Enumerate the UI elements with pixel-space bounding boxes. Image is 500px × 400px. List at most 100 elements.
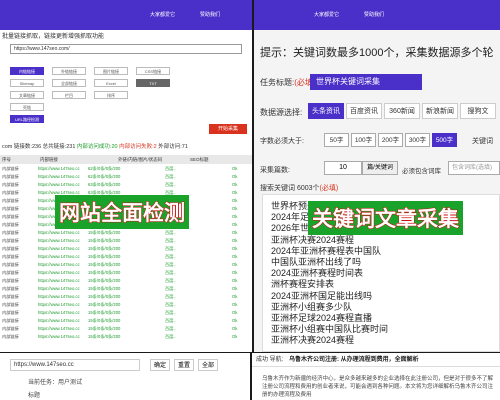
confirm-button[interactable]: 确定 [150, 359, 171, 371]
table-cell: 内部链接 [2, 182, 19, 187]
table-cell: Ok [232, 190, 238, 195]
table-cell: 15条/0条/0条/200 [88, 334, 121, 339]
top-bar: 大家都爱它 赞助我们 [0, 0, 252, 30]
table-cell: 内部链接 [2, 286, 19, 291]
keyword-tab[interactable]: 关键词 [472, 136, 493, 146]
table-row[interactable]: 内部链接 https://www.147seo.cc 15条/0条/0条/200 百度… [0, 229, 252, 237]
table-cell: https://www.147seo.cc [38, 326, 80, 331]
table-row[interactable]: 内部链接 https://www.147seo.cc 15条/0条/0条/200 百度… [0, 293, 252, 301]
grid-btn-url-check[interactable]: URL路径检测 [10, 115, 44, 123]
table-row[interactable]: 内部链接 https://www.147seo.cc 63条/0条/0条/200 百度… [0, 181, 252, 189]
table-cell: 百度.. [165, 254, 176, 259]
source-tab-baidu[interactable]: 百度资讯 [346, 103, 382, 119]
table-row[interactable]: 内部链接 https://www.147seo.cc 15条/0条/0条/200 百度… [0, 253, 252, 261]
grid-btn-deadlink[interactable]: 死链 [10, 103, 44, 111]
count-input[interactable]: 10 [324, 161, 362, 175]
results-table: 内部链接 https://www.147seo.cc 62条/0条/0条/200 百度… [0, 165, 252, 345]
table-cell: https://www.147seo.cc [38, 278, 80, 283]
task-title-input[interactable]: 世界杯关键词采集 [310, 74, 422, 90]
top-link-1[interactable]: 大家都爱它 [150, 11, 175, 18]
keyword-item: 亚洲杯决赛2024赛程 [271, 335, 355, 346]
table-cell: Ok [232, 278, 238, 283]
table-row[interactable]: 内部链接 https://www.147seo.cc 15条/0条/0条/200 百度… [0, 237, 252, 245]
table-cell: 百度.. [165, 286, 176, 291]
start-collect-button[interactable]: 开始采集 [209, 124, 247, 134]
table-cell: Ok [232, 238, 238, 243]
table-row[interactable]: 内部链接 https://www.147seo.cc 62条/0条/0条/200 百度… [0, 165, 252, 173]
table-row[interactable]: 内部链接 https://www.147seo.cc 62条/0条/0条/200 百度… [0, 173, 252, 181]
table-cell: Ok [232, 302, 238, 307]
words-200[interactable]: 200字 [378, 133, 403, 147]
grid-btn-all[interactable]: 全部链接 [52, 79, 86, 87]
table-cell: 内部链接 [2, 246, 19, 251]
table-row[interactable]: 内部链接 https://www.147seo.cc 15条/0条/0条/200 百度… [0, 317, 252, 325]
grid-btn-excel[interactable]: Excel [94, 79, 128, 87]
table-cell: 百度.. [165, 230, 176, 235]
table-cell: 百度.. [165, 238, 176, 243]
table-cell: 内部链接 [2, 214, 19, 219]
reset-button[interactable]: 重置 [174, 359, 195, 371]
grid-btn-internal[interactable]: 内链链接 [10, 67, 44, 75]
table-row[interactable]: 内部链接 https://www.147seo.cc 15条/0条/0条/200 百度… [0, 333, 252, 341]
words-100[interactable]: 100字 [351, 133, 376, 147]
table-cell: 62条/0条/0条/200 [88, 166, 121, 171]
source-tab-360[interactable]: 360新闻 [384, 103, 420, 119]
grid-btn-txt[interactable]: TXT [136, 79, 170, 87]
table-row[interactable]: 内部链接 https://www.147seo.cc 15条/0条/0条/200 百度… [0, 245, 252, 253]
top-link-r1[interactable]: 大家都爱它 [314, 11, 339, 18]
table-cell: 内部链接 [2, 334, 19, 339]
table-cell: https://www.147seo.cc [38, 166, 80, 171]
must-include-input[interactable]: 包含词库(选填) [448, 161, 500, 175]
words-300[interactable]: 300字 [405, 133, 430, 147]
table-row[interactable]: 内部链接 https://www.147seo.cc 15条/0条/0条/200 百度… [0, 269, 252, 277]
table-cell: 15条/0条/0条/200 [88, 246, 121, 251]
stats-fetched: 总共链接:231 [42, 144, 76, 150]
table-cell: 百度.. [165, 262, 176, 267]
keyword-collector-window: 大家都爱它 赞助我们 提示：关键词数最多1000个，采集数据源多个轮 任务标题:… [254, 0, 500, 352]
title-row: 标题 [28, 393, 41, 399]
table-row[interactable]: 内部链接 https://www.147seo.cc 15条/0条/0条/200 百度… [0, 261, 252, 269]
source-tab-toutiao[interactable]: 头条资讯 [308, 103, 344, 119]
table-cell: https://www.147seo.cc [38, 238, 80, 243]
grid-btn-image[interactable]: 图片链接 [94, 67, 128, 75]
table-cell: https://www.147seo.cc [38, 318, 80, 323]
table-cell: Ok [232, 174, 238, 179]
source-tab-sogou[interactable]: 搜狗文 [460, 103, 496, 119]
table-row[interactable]: 内部链接 https://www.147seo.cc 15条/0条/0条/200 百度… [0, 285, 252, 293]
table-cell: https://www.147seo.cc [38, 270, 80, 275]
table-cell: 内部链接 [2, 198, 19, 203]
words-500[interactable]: 500字 [432, 133, 457, 147]
must-include-label: 必须包含词库 [402, 168, 441, 175]
table-cell: 内部链接 [2, 230, 19, 235]
table-cell: 百度.. [165, 270, 176, 275]
grid-btn-external[interactable]: 外链链接 [52, 67, 86, 75]
table-row[interactable]: 内部链接 https://www.147seo.cc 15条/0条/0条/200 百度… [0, 325, 252, 333]
grid-btn-sort[interactable]: 排序 [94, 91, 128, 99]
grid-btn-sitemap[interactable]: Sitemap [10, 79, 44, 87]
bottom-search-input[interactable]: https://www.147seo.cc [10, 359, 140, 371]
table-cell: 百度.. [165, 318, 176, 323]
table-cell: 63条/0条/0条/200 [88, 182, 121, 187]
all-button[interactable]: 全部 [198, 359, 219, 371]
url-input[interactable]: https://www.147seo.com/ [10, 44, 242, 54]
table-cell: Ok [232, 318, 238, 323]
source-tab-sina[interactable]: 新浪新闻 [422, 103, 458, 119]
table-row[interactable]: 内部链接 https://www.147seo.cc 15条/0条/0条/200 百度… [0, 277, 252, 285]
table-row[interactable]: 内部链接 https://www.147seo.cc 15条/0条/0条/200 百度… [0, 301, 252, 309]
tip-text: 提示：关键词数最多1000个，采集数据源多个轮 [260, 47, 494, 59]
grid-btn-column[interactable]: 栏目 [52, 91, 86, 99]
grid-btn-css[interactable]: CSS链接 [136, 67, 170, 75]
top-bar-right: 大家都爱它 赞助我们 [254, 0, 500, 30]
top-link-r2[interactable]: 赞助我们 [364, 11, 384, 18]
words-50[interactable]: 50字 [324, 133, 349, 147]
stats-ok: 内部访问成功:20 [76, 144, 118, 150]
table-cell: 内部链接 [2, 262, 19, 267]
table-cell: Ok [232, 294, 238, 299]
keyword-count: 搜索关键词 6003个 [260, 185, 320, 192]
col-internal: 内部链接 [40, 157, 58, 162]
grid-btn-article[interactable]: 文章链接 [10, 91, 44, 99]
top-link-2[interactable]: 赞助我们 [200, 11, 220, 18]
table-row[interactable]: 内部链接 https://www.147seo.cc 15条/0条/0条/200 百度… [0, 309, 252, 317]
table-cell: 内部链接 [2, 166, 19, 171]
table-cell: https://www.147seo.cc [38, 294, 80, 299]
